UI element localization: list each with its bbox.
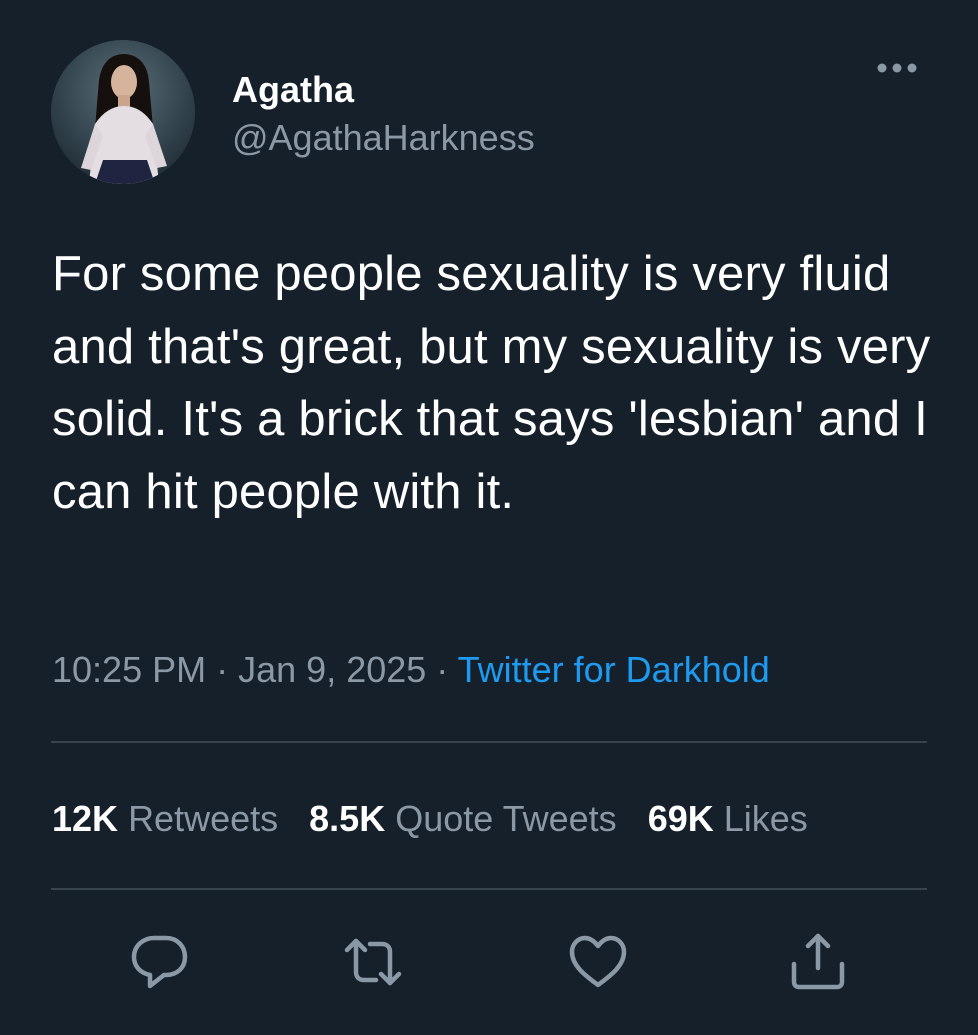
tweet-stats: 12K Retweets 8.5K Quote Tweets 69K Likes — [52, 797, 829, 841]
tweet-text: For some people sexuality is very fluid … — [52, 247, 931, 519]
reply-icon — [131, 935, 188, 989]
tweet-source-link[interactable]: Twitter for Darkhold — [458, 649, 770, 690]
tweet-detail: Agatha @AgathaHarkness For some people s… — [0, 0, 978, 1035]
avatar[interactable] — [51, 40, 195, 184]
tweet-date: Jan 9, 2025 — [238, 649, 427, 690]
tweet-time: 10:25 PM — [52, 649, 207, 690]
retweet-icon — [344, 938, 402, 986]
reply-button[interactable] — [128, 930, 192, 994]
like-icon — [569, 935, 627, 988]
quote-tweets-label: Quote Tweets — [395, 798, 617, 839]
divider — [51, 888, 927, 890]
retweets-count: 12K — [52, 798, 119, 839]
likes-count: 69K — [647, 798, 714, 839]
tweet-meta: 10:25 PM · Jan 9, 2025 · Twitter for Dar… — [52, 648, 770, 692]
author-handle[interactable]: @AgathaHarkness — [232, 116, 535, 160]
author-name[interactable]: Agatha — [232, 68, 354, 112]
retweet-button[interactable] — [341, 930, 405, 994]
quote-tweets-count: 8.5K — [309, 798, 386, 839]
share-icon — [791, 933, 845, 990]
meta-separator: · — [216, 649, 229, 690]
like-button[interactable] — [566, 930, 630, 994]
meta-separator: · — [436, 649, 449, 690]
divider — [51, 741, 927, 743]
quote-tweets-stat[interactable]: 8.5K Quote Tweets — [309, 797, 617, 841]
tweet-actions — [0, 930, 978, 994]
share-button[interactable] — [786, 930, 850, 994]
more-options-button[interactable] — [868, 54, 924, 82]
likes-label: Likes — [723, 798, 808, 839]
avatar-image — [51, 40, 195, 184]
retweets-stat[interactable]: 12K Retweets — [52, 797, 278, 841]
more-icon — [877, 63, 917, 73]
likes-stat[interactable]: 69K Likes — [648, 797, 808, 841]
retweets-label: Retweets — [128, 798, 279, 839]
